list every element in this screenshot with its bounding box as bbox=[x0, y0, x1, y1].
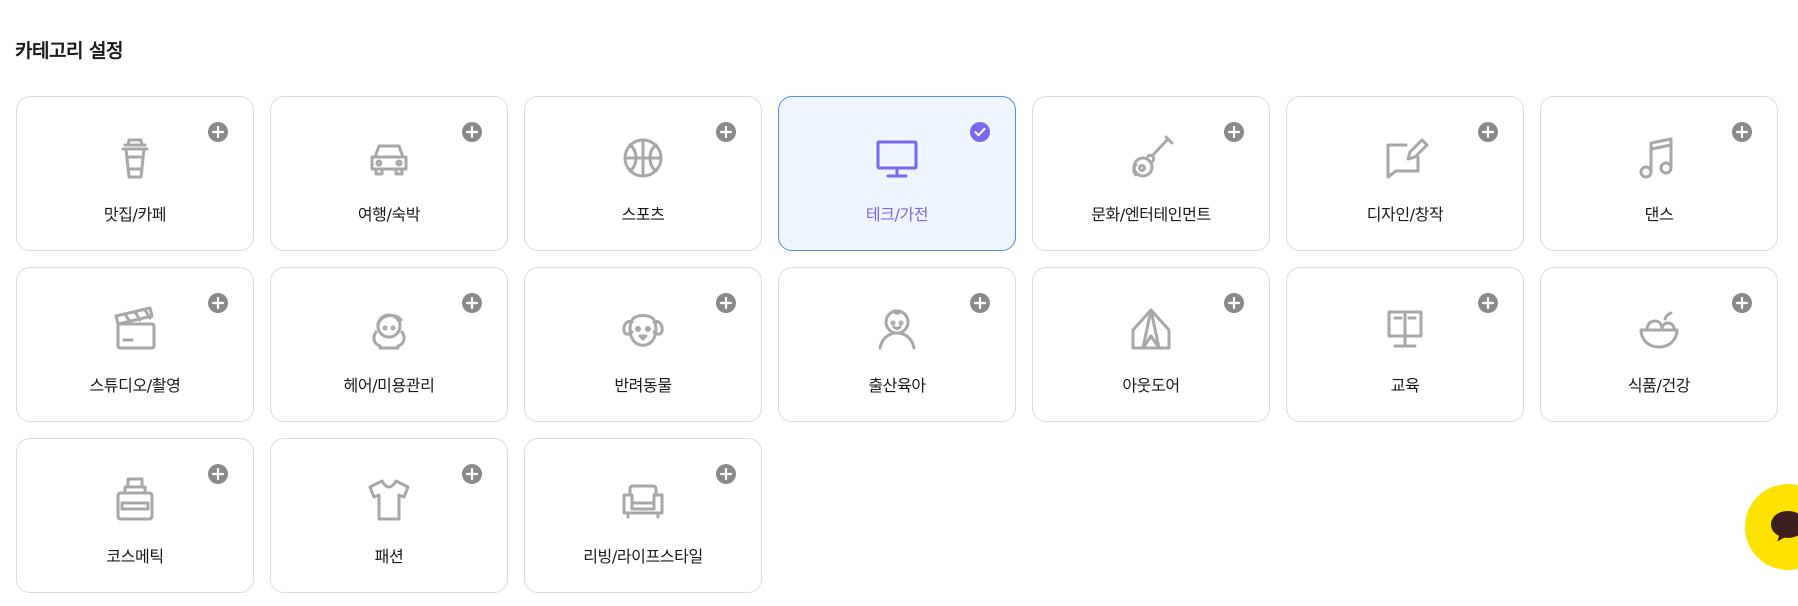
selected-check-badge[interactable] bbox=[969, 121, 991, 143]
add-badge[interactable] bbox=[1477, 121, 1499, 143]
category-label: 교육 bbox=[1390, 376, 1420, 395]
music-note-icon bbox=[1632, 131, 1686, 185]
section-title: 카테고리 설정 bbox=[15, 40, 124, 62]
add-icon bbox=[462, 293, 482, 313]
category-label: 스튜디오/촬영 bbox=[89, 376, 181, 395]
dog-icon bbox=[616, 302, 670, 356]
add-icon bbox=[716, 464, 736, 484]
hair-girl-icon bbox=[362, 302, 416, 356]
category-card[interactable]: 스포츠 bbox=[524, 96, 762, 251]
add-icon bbox=[1224, 122, 1244, 142]
guitar-icon bbox=[1124, 131, 1178, 185]
category-label: 테크/가전 bbox=[865, 205, 929, 224]
category-card[interactable]: 아웃도어 bbox=[1032, 267, 1270, 422]
add-badge[interactable] bbox=[715, 292, 737, 314]
category-card[interactable]: 리빙/라이프스타일 bbox=[524, 438, 762, 593]
add-icon bbox=[1224, 293, 1244, 313]
add-badge[interactable] bbox=[461, 121, 483, 143]
add-badge[interactable] bbox=[207, 463, 229, 485]
add-icon bbox=[716, 122, 736, 142]
add-badge[interactable] bbox=[207, 121, 229, 143]
category-label: 코스메틱 bbox=[106, 547, 164, 566]
add-icon bbox=[208, 464, 228, 484]
add-icon bbox=[1732, 122, 1752, 142]
category-label: 헤어/미용관리 bbox=[343, 376, 435, 395]
category-card[interactable]: 스튜디오/촬영 bbox=[16, 267, 254, 422]
tent-icon bbox=[1124, 302, 1178, 356]
category-card[interactable]: 문화/엔터테인먼트 bbox=[1032, 96, 1270, 251]
add-badge[interactable] bbox=[207, 292, 229, 314]
category-label: 식품/건강 bbox=[1627, 376, 1691, 395]
category-card[interactable]: 코스메틱 bbox=[16, 438, 254, 593]
fruit-bowl-icon bbox=[1632, 302, 1686, 356]
add-icon bbox=[462, 122, 482, 142]
add-icon bbox=[1732, 293, 1752, 313]
category-label: 여행/숙박 bbox=[357, 205, 421, 224]
add-icon bbox=[462, 464, 482, 484]
add-badge[interactable] bbox=[715, 121, 737, 143]
category-card[interactable]: 교육 bbox=[1286, 267, 1524, 422]
add-icon bbox=[208, 122, 228, 142]
add-icon bbox=[970, 293, 990, 313]
add-badge[interactable] bbox=[461, 463, 483, 485]
clapperboard-icon bbox=[108, 302, 162, 356]
category-card[interactable]: 식품/건강 bbox=[1540, 267, 1778, 422]
category-card[interactable]: 반려동물 bbox=[524, 267, 762, 422]
car-icon bbox=[362, 131, 416, 185]
add-badge[interactable] bbox=[1731, 292, 1753, 314]
category-label: 출산육아 bbox=[868, 376, 926, 395]
pencil-note-icon bbox=[1378, 131, 1432, 185]
check-icon bbox=[970, 122, 990, 142]
basketball-icon bbox=[616, 131, 670, 185]
add-badge[interactable] bbox=[969, 292, 991, 314]
category-label: 디자인/창작 bbox=[1366, 205, 1444, 224]
baby-icon bbox=[870, 302, 924, 356]
add-icon bbox=[208, 293, 228, 313]
tshirt-icon bbox=[362, 473, 416, 527]
add-badge[interactable] bbox=[715, 463, 737, 485]
category-card[interactable]: 맛집/카페 bbox=[16, 96, 254, 251]
category-label: 패션 bbox=[374, 547, 404, 566]
category-label: 리빙/라이프스타일 bbox=[583, 547, 703, 566]
add-badge[interactable] bbox=[1223, 121, 1245, 143]
add-icon bbox=[1478, 122, 1498, 142]
category-label: 맛집/카페 bbox=[103, 205, 167, 224]
chat-bubble-icon bbox=[1771, 511, 1798, 542]
category-label: 문화/엔터테인먼트 bbox=[1091, 205, 1211, 224]
add-badge[interactable] bbox=[1731, 121, 1753, 143]
category-label: 아웃도어 bbox=[1122, 376, 1180, 395]
monitor-icon bbox=[870, 131, 924, 185]
category-grid: 맛집/카페 여행/숙박 스포츠 테크/가전 문화/엔터테인먼트 디자인/창작 댄스스튜디오/… bbox=[16, 96, 1778, 593]
sofa-icon bbox=[616, 473, 670, 527]
category-settings-page: 카테고리 설정 맛집/카페 여행/숙박 스포츠 테크/가전 문화/엔터테인먼트 디자인/창… bbox=[0, 0, 1798, 606]
cup-icon bbox=[108, 131, 162, 185]
cosmetic-bottle-icon bbox=[108, 473, 162, 527]
category-card[interactable]: 헤어/미용관리 bbox=[270, 267, 508, 422]
book-stand-icon bbox=[1378, 302, 1432, 356]
category-label: 반려동물 bbox=[614, 376, 672, 395]
add-icon bbox=[1478, 293, 1498, 313]
add-icon bbox=[716, 293, 736, 313]
category-card[interactable]: 디자인/창작 bbox=[1286, 96, 1524, 251]
add-badge[interactable] bbox=[461, 292, 483, 314]
category-card[interactable]: 테크/가전 bbox=[778, 96, 1016, 251]
category-card[interactable]: 여행/숙박 bbox=[270, 96, 508, 251]
category-card[interactable]: 출산육아 bbox=[778, 267, 1016, 422]
category-card[interactable]: 댄스 bbox=[1540, 96, 1778, 251]
category-label: 스포츠 bbox=[621, 205, 665, 224]
category-card[interactable]: 패션 bbox=[270, 438, 508, 593]
category-label: 댄스 bbox=[1644, 205, 1674, 224]
add-badge[interactable] bbox=[1477, 292, 1499, 314]
add-badge[interactable] bbox=[1223, 292, 1245, 314]
